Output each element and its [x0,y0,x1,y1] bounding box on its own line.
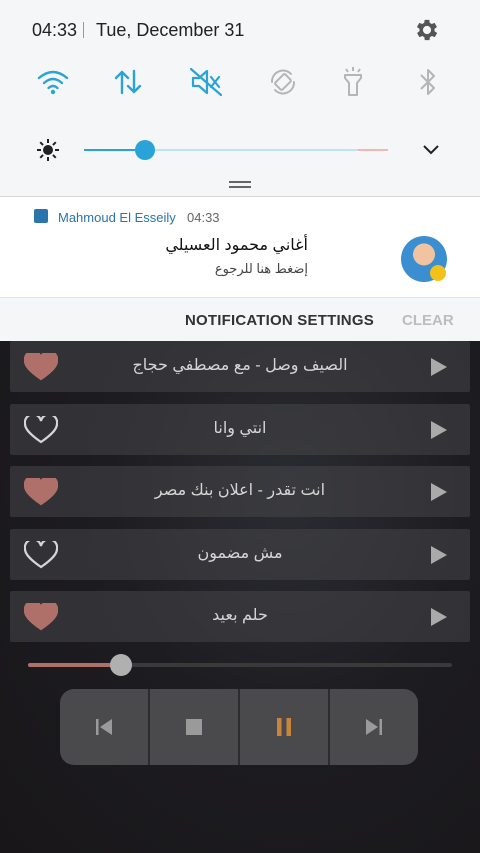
music-player-app: الصيف وصل - مع مصطفي حجاج انتي وانا انت تق… [0,341,480,853]
song-title: الصيف وصل - مع مصطفي حجاج [132,357,348,374]
flashlight-icon [344,67,362,96]
chevron-down-icon[interactable] [420,138,442,160]
pause-icon [277,718,291,736]
auto-rotate-icon [270,69,296,95]
song-title: مش مضمون [197,544,283,562]
gear-icon[interactable] [413,16,441,44]
stop-icon [186,719,202,735]
notification-subtitle: إضغط هنا للرجوع [214,261,308,276]
song-title: حلم بعيد [212,607,268,624]
favorite-heart-icon[interactable] [24,478,58,506]
song-title: انتي وانا [213,419,267,437]
pause-button[interactable] [240,689,330,765]
date: Tue, December 31 [96,20,245,40]
status-row: 04:33 Tue, December 31 [0,0,480,60]
play-icon[interactable] [431,608,447,626]
mobile-data-icon [114,69,142,95]
music-app-icon [34,209,48,223]
brightness-track-end [358,149,388,151]
previous-icon [96,719,112,735]
play-icon[interactable] [431,483,447,501]
brightness-icon [37,139,59,161]
stop-button[interactable] [150,689,240,765]
flashlight-toggle[interactable] [333,62,373,102]
notification-time: 04:33 [187,210,220,225]
sound-toggle[interactable] [186,62,226,102]
brightness-slider[interactable] [84,149,388,151]
previous-button[interactable] [60,689,150,765]
seek-thumb[interactable] [110,654,133,676]
next-icon [366,719,382,735]
seek-bar[interactable] [28,654,452,676]
drag-handle[interactable] [229,181,251,189]
media-notification[interactable]: Mahmoud El Esseily 04:33 أغاني محمود الع… [0,197,480,297]
play-icon[interactable] [431,358,447,376]
wifi-toggle[interactable] [33,62,73,102]
play-icon[interactable] [431,545,447,564]
divider [83,22,84,38]
song-row[interactable]: مش مضمون [10,528,470,580]
favorite-heart-icon[interactable] [24,415,58,444]
notification-title: أغاني محمود العسيلي [165,237,308,254]
play-icon[interactable] [431,420,447,439]
song-title: انت تقدر - اعلان بنك مصر [154,482,326,499]
brightness-thumb[interactable] [134,140,155,160]
clock: 04:33 [32,20,78,40]
notification-actions: NOTIFICATION SETTINGS CLEAR [0,297,480,341]
next-button[interactable] [330,689,418,765]
song-row[interactable]: انت تقدر - اعلان بنك مصر [10,466,470,517]
seek-fill [28,663,122,667]
favorite-heart-icon[interactable] [24,603,58,631]
player-controls [60,689,418,765]
sound-mute-icon [189,67,223,97]
brightness-row [0,132,480,172]
bluetooth-icon [420,69,435,95]
notification-settings-button[interactable]: NOTIFICATION SETTINGS [185,312,374,329]
song-row[interactable]: انتي وانا [10,403,470,455]
music-badge-icon [430,265,446,281]
song-row[interactable]: حلم بعيد [10,591,470,642]
favorite-heart-icon[interactable] [24,353,58,381]
song-row[interactable]: الصيف وصل - مع مصطفي حجاج [10,341,470,392]
quick-settings [0,62,480,102]
auto-rotate-toggle[interactable] [263,62,303,102]
wifi-icon [37,70,69,95]
notification-app-name: Mahmoud El Esseily [58,210,176,225]
favorite-heart-icon[interactable] [24,540,58,569]
clear-button[interactable]: CLEAR [402,312,454,329]
notification-shade: 04:33 Tue, December 31 Mahmoud El Esseil… [0,0,480,341]
bluetooth-toggle[interactable] [408,62,448,102]
mobile-data-toggle[interactable] [108,62,148,102]
